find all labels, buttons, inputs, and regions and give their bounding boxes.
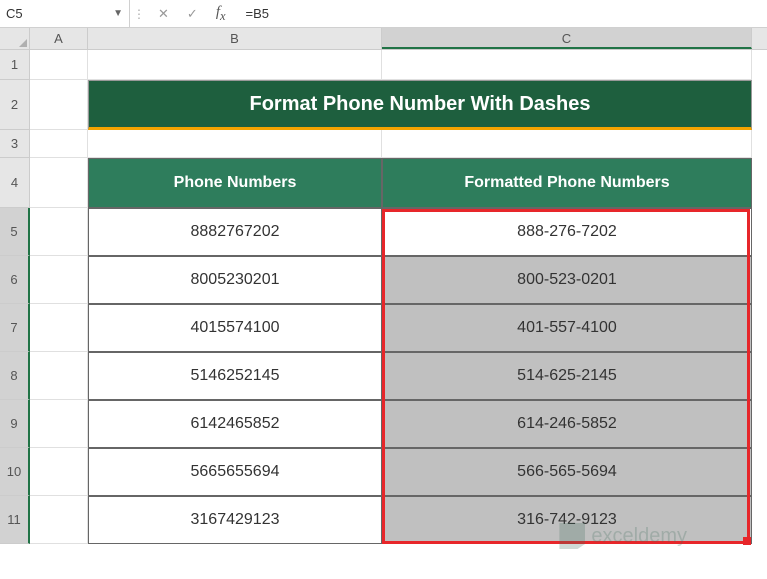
cell-B8[interactable]: 5146252145: [88, 352, 382, 400]
row-2: 2 Format Phone Number With Dashes: [0, 80, 767, 130]
row-9: 9 6142465852 614-246-5852: [0, 400, 767, 448]
row-11: 11 3167429123 316-742-9123: [0, 496, 767, 544]
separator-icon: ⋮: [132, 7, 146, 21]
row-header-7[interactable]: 7: [0, 304, 30, 352]
row-7: 7 4015574100 401-557-4100: [0, 304, 767, 352]
grid-body: 1 2 Format Phone Number With Dashes 3 4 …: [0, 50, 767, 544]
row-10: 10 5665655694 566-565-5694: [0, 448, 767, 496]
row-header-9[interactable]: 9: [0, 400, 30, 448]
cell-B3[interactable]: [88, 130, 382, 158]
row-header-6[interactable]: 6: [0, 256, 30, 304]
cell-A6[interactable]: [30, 256, 88, 304]
formula-bar: C5 ▼ ⋮ ✕ ✓ fx =B5: [0, 0, 767, 28]
name-box-dropdown-icon[interactable]: ▼: [113, 8, 123, 19]
cell-B7[interactable]: 4015574100: [88, 304, 382, 352]
cell-A11[interactable]: [30, 496, 88, 544]
column-headers: A B C: [0, 28, 767, 50]
cell-C9[interactable]: 614-246-5852: [382, 400, 752, 448]
cell-C3[interactable]: [382, 130, 752, 158]
cell-C6[interactable]: 800-523-0201: [382, 256, 752, 304]
row-header-1[interactable]: 1: [0, 50, 30, 80]
title-cell[interactable]: Format Phone Number With Dashes: [88, 80, 752, 130]
cell-C5[interactable]: 888-276-7202: [382, 208, 752, 256]
fx-icon[interactable]: fx: [216, 4, 226, 24]
formula-input[interactable]: =B5: [236, 6, 767, 21]
cell-C7[interactable]: 401-557-4100: [382, 304, 752, 352]
cell-A7[interactable]: [30, 304, 88, 352]
spreadsheet-grid: A B C 1 2 Format Phone Number With Dashe…: [0, 28, 767, 544]
row-header-4[interactable]: 4: [0, 158, 30, 208]
select-all-button[interactable]: [0, 28, 30, 49]
cell-B6[interactable]: 8005230201: [88, 256, 382, 304]
cell-A5[interactable]: [30, 208, 88, 256]
column-header-B[interactable]: B: [88, 28, 382, 49]
header-formatted-phone-numbers[interactable]: Formatted Phone Numbers: [382, 158, 752, 208]
cell-C1[interactable]: [382, 50, 752, 80]
column-header-A[interactable]: A: [30, 28, 88, 49]
cell-C8[interactable]: 514-625-2145: [382, 352, 752, 400]
row-5: 5 8882767202 888-276-7202: [0, 208, 767, 256]
cell-A9[interactable]: [30, 400, 88, 448]
row-1: 1: [0, 50, 767, 80]
cell-A1[interactable]: [30, 50, 88, 80]
row-4: 4 Phone Numbers Formatted Phone Numbers: [0, 158, 767, 208]
cell-A10[interactable]: [30, 448, 88, 496]
row-header-8[interactable]: 8: [0, 352, 30, 400]
cell-B1[interactable]: [88, 50, 382, 80]
cell-B10[interactable]: 5665655694: [88, 448, 382, 496]
cell-B9[interactable]: 6142465852: [88, 400, 382, 448]
row-header-10[interactable]: 10: [0, 448, 30, 496]
cell-C11[interactable]: 316-742-9123: [382, 496, 752, 544]
header-phone-numbers[interactable]: Phone Numbers: [88, 158, 382, 208]
name-box-value: C5: [6, 6, 113, 21]
row-header-3[interactable]: 3: [0, 130, 30, 158]
cell-A3[interactable]: [30, 130, 88, 158]
row-header-5[interactable]: 5: [0, 208, 30, 256]
row-header-11[interactable]: 11: [0, 496, 30, 544]
cell-B11[interactable]: 3167429123: [88, 496, 382, 544]
cell-A8[interactable]: [30, 352, 88, 400]
row-header-2[interactable]: 2: [0, 80, 30, 130]
cell-C10[interactable]: 566-565-5694: [382, 448, 752, 496]
row-8: 8 5146252145 514-625-2145: [0, 352, 767, 400]
cell-A2[interactable]: [30, 80, 88, 130]
row-6: 6 8005230201 800-523-0201: [0, 256, 767, 304]
row-3: 3: [0, 130, 767, 158]
cell-A4[interactable]: [30, 158, 88, 208]
cancel-icon[interactable]: ✕: [158, 6, 169, 22]
column-header-C[interactable]: C: [382, 28, 752, 49]
formula-bar-controls: ✕ ✓ fx: [148, 4, 236, 24]
enter-icon[interactable]: ✓: [187, 6, 198, 22]
name-box[interactable]: C5 ▼: [0, 0, 130, 27]
cell-B5[interactable]: 8882767202: [88, 208, 382, 256]
